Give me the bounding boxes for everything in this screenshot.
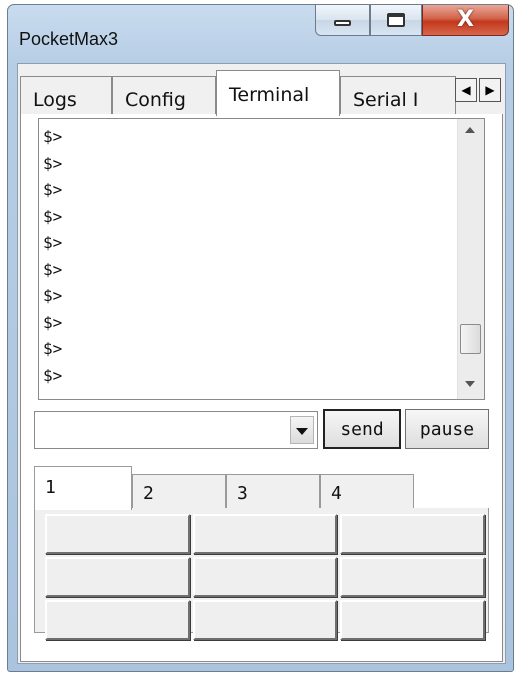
tab-logs[interactable]: Logs — [20, 76, 112, 114]
macro-button[interactable] — [340, 557, 485, 597]
terminal-line: $> — [43, 180, 63, 199]
macro-button[interactable] — [340, 600, 485, 640]
maximize-button[interactable] — [370, 5, 422, 36]
tab-scroll-left-icon[interactable]: ◀ — [455, 78, 477, 102]
terminal-line: $> — [43, 339, 63, 358]
terminal-output[interactable]: $> $> $> $> $> $> $> $> $> $> — [38, 118, 485, 400]
macro-button-grid — [45, 514, 485, 640]
macro-button[interactable] — [340, 514, 485, 554]
minimize-icon — [334, 20, 351, 26]
window-controls: X — [315, 5, 509, 37]
chevron-down-icon[interactable] — [290, 416, 314, 444]
subtab-3[interactable]: 3 — [226, 474, 320, 509]
tab-config[interactable]: Config — [112, 76, 216, 114]
title-bar[interactable]: PocketMax3 X — [8, 5, 513, 63]
tab-label: Logs — [33, 89, 77, 111]
terminal-scrollbar[interactable] — [457, 119, 484, 399]
scroll-up-icon[interactable] — [465, 127, 475, 133]
macro-button[interactable] — [45, 514, 190, 554]
terminal-line: $> — [43, 153, 63, 173]
terminal-lines: $> $> $> $> $> $> $> $> $> $> — [43, 124, 62, 389]
client-area: Logs Config Terminal Serial I ◀ ▶ $> $> … — [17, 63, 506, 664]
tab-scroll-buttons: ◀ ▶ — [455, 78, 501, 102]
macro-tab-page — [34, 508, 489, 640]
scroll-down-icon[interactable] — [465, 381, 475, 387]
tab-terminal[interactable]: Terminal — [216, 70, 340, 116]
pause-button[interactable]: pause — [405, 409, 489, 449]
terminal-line: $> — [43, 365, 63, 385]
macro-button[interactable] — [192, 514, 338, 554]
terminal-line: $> — [43, 206, 63, 226]
send-button[interactable]: send — [323, 409, 401, 449]
maximize-icon — [387, 13, 405, 27]
minimize-button[interactable] — [315, 5, 370, 36]
subtab-label: 3 — [237, 483, 248, 504]
macro-button[interactable] — [192, 557, 338, 597]
tab-label: Config — [125, 89, 186, 111]
terminal-line: $> — [43, 259, 63, 279]
terminal-line: $> — [43, 312, 63, 332]
terminal-line: $> — [43, 127, 63, 146]
scrollbar-thumb[interactable] — [460, 324, 481, 354]
tab-scroll-right-icon[interactable]: ▶ — [479, 78, 501, 102]
terminal-line: $> — [43, 286, 63, 305]
subtab-2[interactable]: 2 — [132, 474, 226, 509]
tab-serial[interactable]: Serial I — [340, 76, 456, 114]
terminal-line: $> — [43, 233, 63, 252]
macro-button[interactable] — [192, 600, 338, 640]
subtab-label: 1 — [45, 477, 56, 498]
macro-button[interactable] — [45, 557, 190, 597]
close-button[interactable]: X — [422, 5, 509, 36]
tab-label: Terminal — [229, 84, 310, 106]
window-title: PocketMax3 — [19, 29, 119, 49]
main-tabs: Logs Config Terminal Serial I ◀ ▶ — [18, 64, 505, 116]
macro-button[interactable] — [45, 600, 190, 640]
subtab-4[interactable]: 4 — [320, 474, 414, 509]
close-icon: X — [457, 7, 474, 32]
macro-tabs: 1 2 3 4 — [34, 464, 489, 510]
command-combobox[interactable] — [34, 411, 318, 449]
subtab-1[interactable]: 1 — [34, 466, 132, 510]
app-window: PocketMax3 X Logs Config Terminal Serial… — [7, 4, 514, 672]
tab-label: Serial I — [353, 89, 419, 111]
subtab-label: 2 — [143, 483, 154, 504]
subtab-label: 4 — [331, 483, 342, 504]
